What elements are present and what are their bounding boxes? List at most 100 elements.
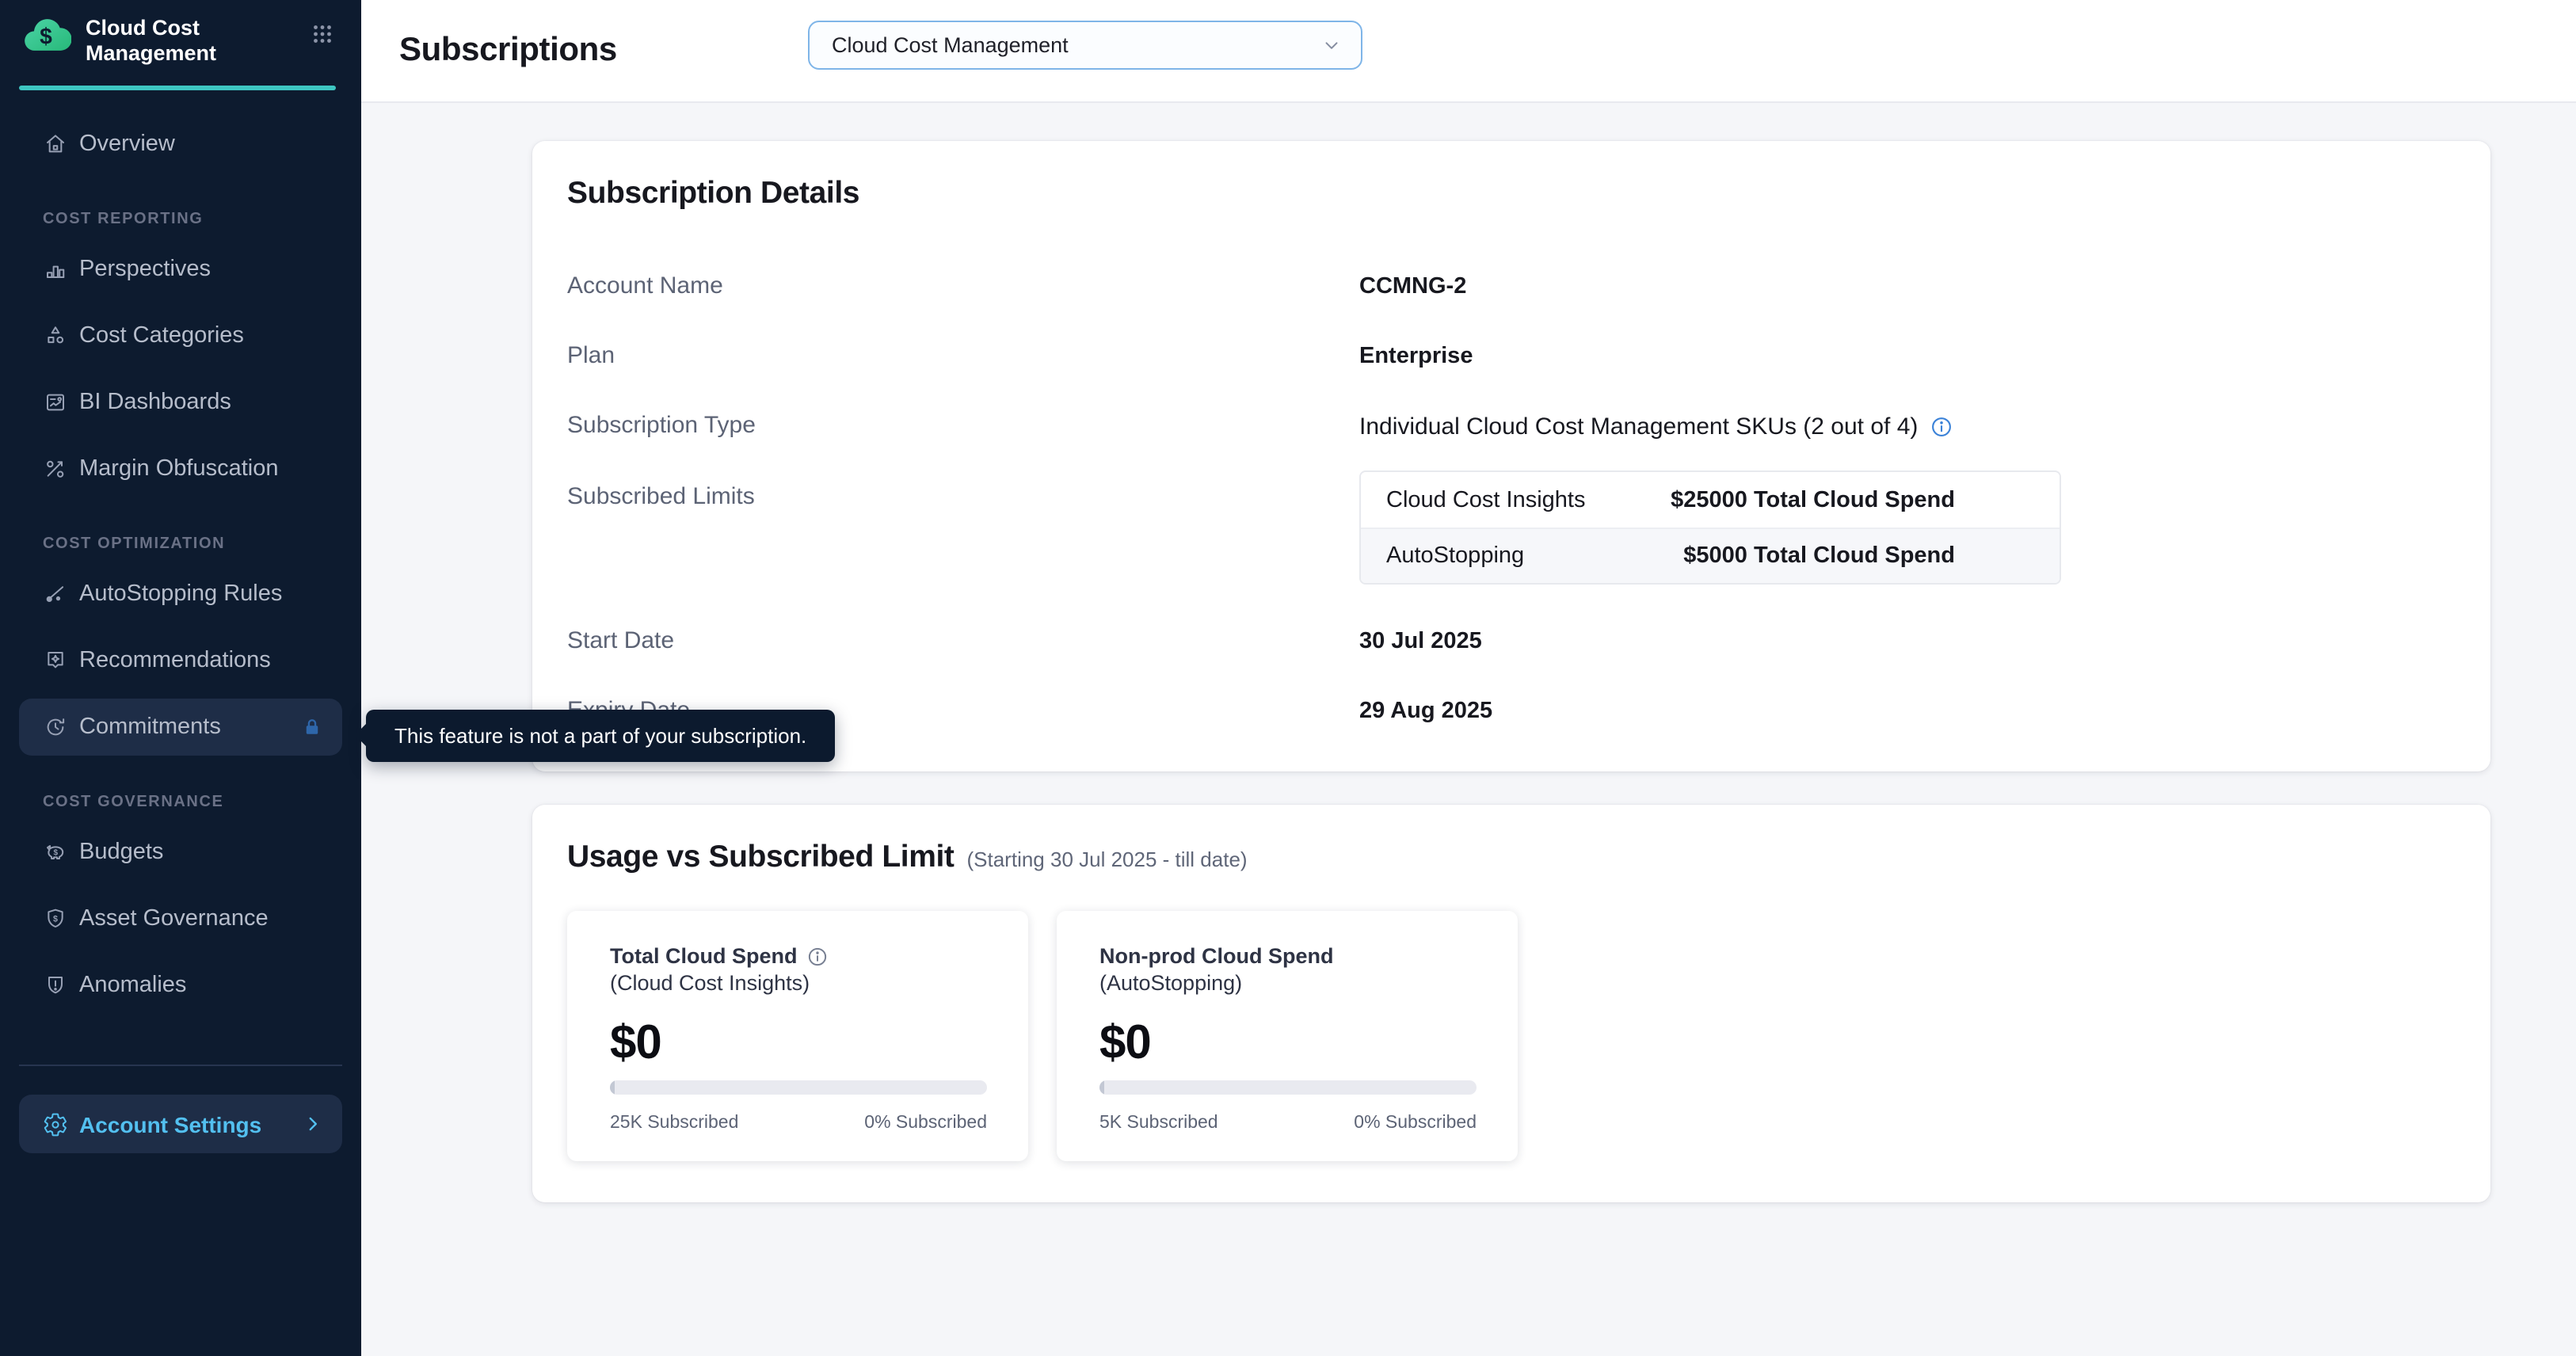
sidebar: $ Cloud Cost Management xyxy=(0,0,361,1356)
sidebar-item-recommendations[interactable]: Recommendations xyxy=(19,632,342,689)
limit-value: $5000 Total Cloud Spend xyxy=(1683,543,1955,569)
usage-card-subtitle: (Starting 30 Jul 2025 - till date) xyxy=(967,848,1248,871)
subscribed-amount: 5K Subscribed xyxy=(1099,1114,1218,1133)
lock-icon xyxy=(301,716,323,738)
metric-footer: 25K Subscribed 0% Subscribed xyxy=(610,1114,987,1133)
sidebar-item-perspectives[interactable]: Perspectives xyxy=(19,241,342,298)
metric-value: $0 xyxy=(610,1017,987,1071)
dashboard-image-icon xyxy=(43,390,68,415)
main-area: Subscriptions Cloud Cost Management Subs… xyxy=(361,0,2576,1356)
tooltip-text: This feature is not a part of your subsc… xyxy=(394,724,806,748)
progress-fill xyxy=(1099,1080,1104,1095)
subscription-tooltip: This feature is not a part of your subsc… xyxy=(366,710,835,762)
sidebar-item-margin-obfuscation[interactable]: Margin Obfuscation xyxy=(19,440,342,497)
table-row: Cloud Cost Insights $25000 Total Cloud S… xyxy=(1361,472,2060,528)
gear-icon xyxy=(43,1111,68,1137)
sidebar-item-label: Recommendations xyxy=(79,648,271,673)
subscribed-percent: 0% Subscribed xyxy=(864,1114,987,1133)
sidebar-item-account-settings[interactable]: Account Settings xyxy=(19,1095,342,1153)
section-cost-optimization: COST OPTIMIZATION xyxy=(43,535,361,553)
clock-refresh-icon xyxy=(43,714,68,740)
sidebar-item-overview[interactable]: Overview xyxy=(19,116,342,173)
sidebar-item-label: Cost Categories xyxy=(79,323,244,349)
limit-sku: Cloud Cost Insights xyxy=(1386,487,1585,512)
usage-vs-limit-card: Usage vs Subscribed Limit (Starting 30 J… xyxy=(532,805,2490,1202)
sidebar-item-label: Overview xyxy=(79,131,175,157)
sidebar-item-cost-categories[interactable]: Cost Categories xyxy=(19,307,342,364)
product-selector-dropdown[interactable]: Cloud Cost Management xyxy=(808,21,1362,70)
autostopping-icon xyxy=(43,581,68,607)
page-header: Subscriptions Cloud Cost Management xyxy=(361,0,2576,103)
sidebar-item-label: Margin Obfuscation xyxy=(79,456,278,482)
app-title: Cloud Cost Management xyxy=(86,16,309,67)
svg-text:$: $ xyxy=(53,849,58,858)
expiry-date-value: 29 Aug 2025 xyxy=(1359,697,1492,724)
sidebar-item-budgets[interactable]: $ Budgets xyxy=(19,824,342,881)
sidebar-item-asset-governance[interactable]: $ Asset Governance xyxy=(19,890,342,947)
shapes-icon xyxy=(43,323,68,349)
piggy-bank-icon: $ xyxy=(43,840,68,865)
metric-value: $0 xyxy=(1099,1017,1477,1071)
sidebar-item-label: Asset Governance xyxy=(79,906,269,931)
account-name-label: Account Name xyxy=(567,272,1359,299)
metric-title: Non-prod Cloud Spend xyxy=(1099,944,1477,968)
progress-fill xyxy=(610,1080,615,1095)
shield-dollar-icon: $ xyxy=(43,906,68,931)
metric-title: Total Cloud Spend xyxy=(610,944,987,968)
plan-row: Plan Enterprise xyxy=(567,342,2452,369)
svg-text:$: $ xyxy=(40,23,52,48)
limit-value: $25000 Total Cloud Spend xyxy=(1671,487,1955,512)
subscription-details-title: Subscription Details xyxy=(567,176,2452,212)
start-date-value: 30 Jul 2025 xyxy=(1359,627,1482,654)
subscribed-limits-label: Subscribed Limits xyxy=(567,483,1359,510)
sidebar-item-label: Perspectives xyxy=(79,257,211,282)
page-title: Subscriptions xyxy=(399,32,617,70)
sidebar-item-autostopping-rules[interactable]: AutoStopping Rules xyxy=(19,566,342,623)
usage-card-header: Usage vs Subscribed Limit (Starting 30 J… xyxy=(567,840,2452,876)
percent-trend-icon xyxy=(43,456,68,482)
table-row: AutoStopping $5000 Total Cloud Spend xyxy=(1361,528,2060,583)
usage-metrics: Total Cloud Spend (Cloud Cost Insights) … xyxy=(567,911,2452,1161)
subscribed-limits-table: Cloud Cost Insights $25000 Total Cloud S… xyxy=(1359,470,2061,585)
progress-bar xyxy=(610,1080,987,1095)
metric-card-nonprod-cloud-spend: Non-prod Cloud Spend (AutoStopping) $0 5… xyxy=(1057,911,1518,1161)
sidebar-item-label: AutoStopping Rules xyxy=(79,581,282,607)
sidebar-nav: Overview COST REPORTING Perspectives Cos… xyxy=(0,90,361,1014)
chevron-right-icon xyxy=(303,1114,323,1134)
subscription-type-row: Subscription Type Individual Cloud Cost … xyxy=(567,412,2452,440)
grid-apps-icon[interactable] xyxy=(309,21,336,48)
sidebar-header: $ Cloud Cost Management xyxy=(0,0,361,67)
expiry-date-row: Expiry Date 29 Aug 2025 xyxy=(567,697,2452,724)
shield-alert-icon xyxy=(43,973,68,998)
badge-sparkle-icon xyxy=(43,648,68,673)
info-icon[interactable] xyxy=(1929,415,1953,439)
sidebar-item-label: Anomalies xyxy=(79,973,186,998)
subscribed-limits-row: Subscribed Limits Cloud Cost Insights $2… xyxy=(567,483,2452,585)
section-cost-reporting: COST REPORTING xyxy=(43,211,361,228)
svg-text:$: $ xyxy=(53,915,58,924)
sidebar-item-label: Commitments xyxy=(79,714,221,740)
sidebar-item-bi-dashboards[interactable]: BI Dashboards xyxy=(19,374,342,431)
subscribed-amount: 25K Subscribed xyxy=(610,1114,738,1133)
limit-sku: AutoStopping xyxy=(1386,543,1524,569)
subscription-details-card: Subscription Details Account Name CCMNG-… xyxy=(532,141,2490,771)
metric-card-total-cloud-spend: Total Cloud Spend (Cloud Cost Insights) … xyxy=(567,911,1028,1161)
account-name-row: Account Name CCMNG-2 xyxy=(567,272,2452,299)
home-icon xyxy=(43,131,68,157)
plan-label: Plan xyxy=(567,342,1359,369)
sidebar-item-anomalies[interactable]: Anomalies xyxy=(19,957,342,1014)
section-cost-governance: COST GOVERNANCE xyxy=(43,794,361,811)
app-root: $ Cloud Cost Management xyxy=(0,0,2576,1356)
usage-card-title: Usage vs Subscribed Limit xyxy=(567,840,955,876)
plan-value: Enterprise xyxy=(1359,342,1473,369)
sidebar-item-commitments[interactable]: Commitments xyxy=(19,699,342,756)
product-selector-value: Cloud Cost Management xyxy=(832,33,1069,57)
sidebar-item-label: Account Settings xyxy=(79,1111,261,1137)
info-icon[interactable] xyxy=(807,945,829,967)
sidebar-divider xyxy=(19,1065,342,1066)
metric-footer: 5K Subscribed 0% Subscribed xyxy=(1099,1114,1477,1133)
subscription-type-value: Individual Cloud Cost Management SKUs (2… xyxy=(1359,412,1953,440)
sidebar-item-label: BI Dashboards xyxy=(79,390,231,415)
cloud-dollar-icon: $ xyxy=(21,16,71,55)
subscribed-percent: 0% Subscribed xyxy=(1354,1114,1477,1133)
